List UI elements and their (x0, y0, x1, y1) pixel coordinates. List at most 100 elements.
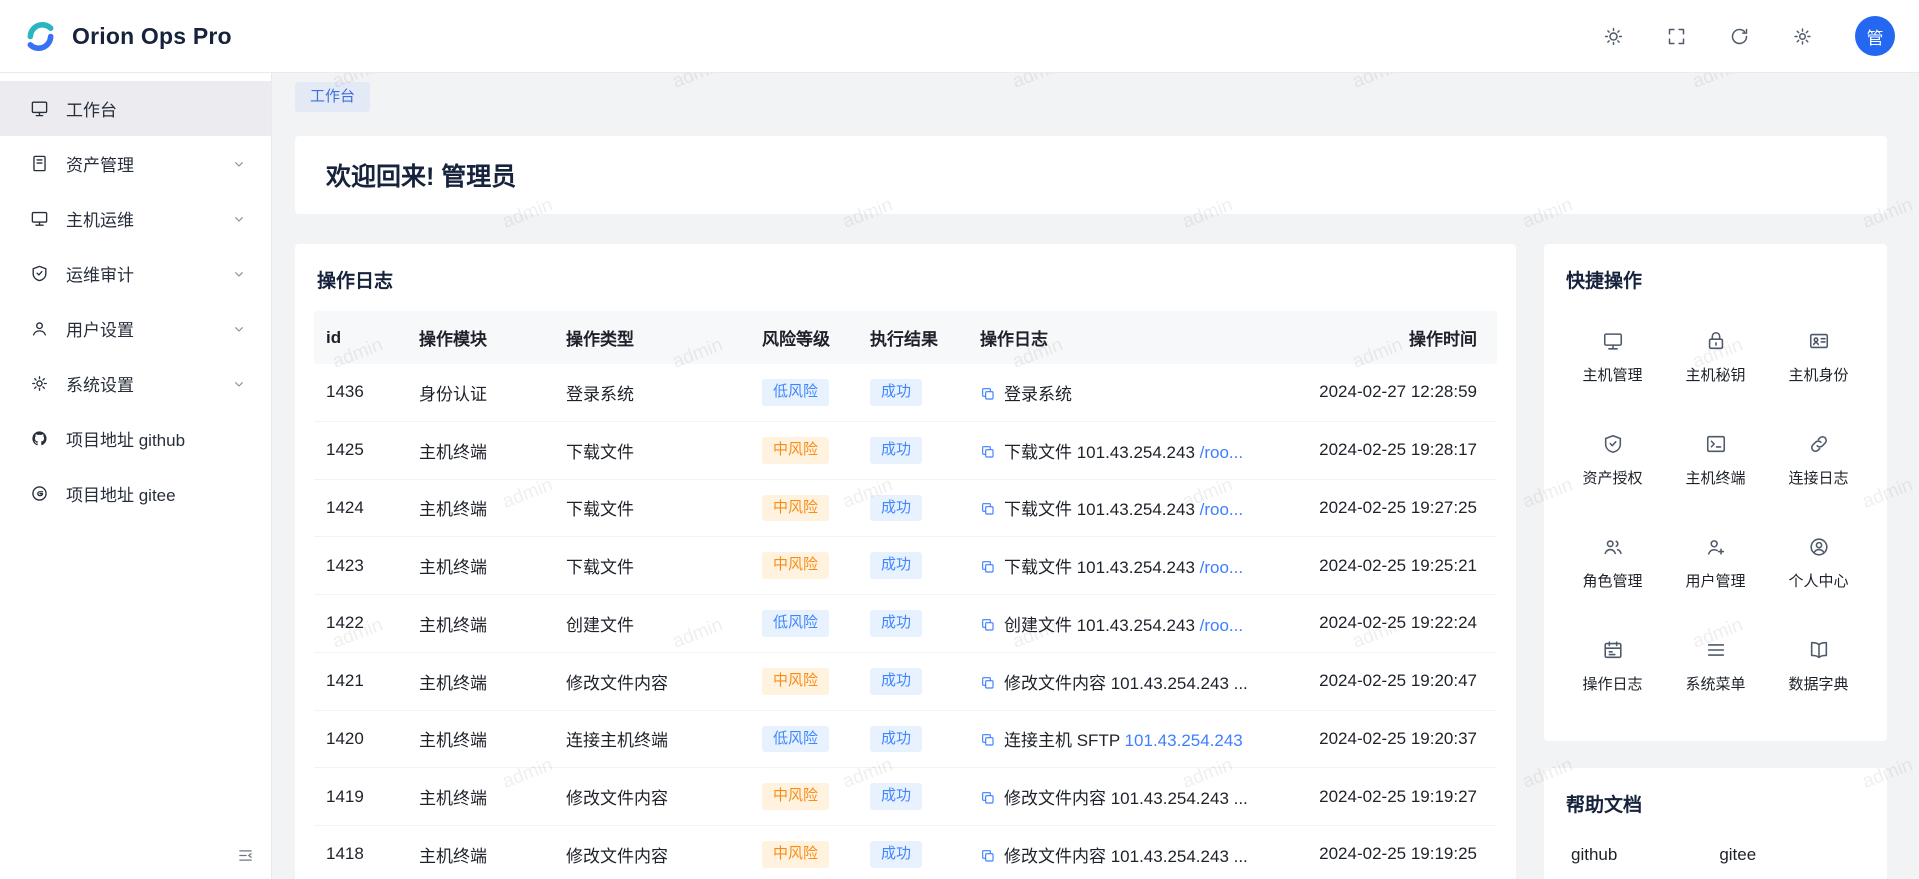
copy-icon[interactable] (980, 617, 996, 633)
help-docs-title: 帮助文档 (1563, 790, 1868, 817)
quick-action-host-keys[interactable]: 主机秘钥 (1666, 311, 1765, 402)
quick-action-system-menu[interactable]: 系统菜单 (1666, 620, 1765, 711)
cell-type: 修改文件内容 (554, 652, 750, 710)
quick-action-asset-authorization[interactable]: 资产授权 (1563, 414, 1662, 505)
avatar[interactable]: 管 (1855, 16, 1895, 56)
cell-id: 1419 (314, 768, 407, 826)
help-link-gitee[interactable]: gitee (1719, 845, 1756, 865)
cell-result: 成功 (858, 479, 968, 537)
quick-action-operation-logs[interactable]: 操作日志 (1563, 620, 1662, 711)
calendar-icon (1602, 639, 1624, 661)
sidebar-item-user-settings[interactable]: 用户设置 (0, 301, 271, 356)
cell-time: 2024-02-25 19:19:27 (1302, 768, 1497, 826)
cell-risk: 中风险 (750, 826, 858, 879)
cell-result: 成功 (858, 652, 968, 710)
gear-icon[interactable] (1792, 26, 1813, 47)
breadcrumb-tab-workbench[interactable]: 工作台 (295, 82, 370, 112)
cell-result: 成功 (858, 768, 968, 826)
sidebar-item-ops-audit[interactable]: 运维审计 (0, 246, 271, 301)
help-link-github[interactable]: github (1571, 845, 1617, 865)
cell-result: 成功 (858, 710, 968, 768)
app-title: Orion Ops Pro (72, 23, 232, 50)
dashboard-icon (30, 99, 49, 118)
sidebar-item-gitee-link[interactable]: 项目地址 gitee (0, 466, 271, 521)
refresh-icon[interactable] (1729, 26, 1750, 47)
sidebar-item-system-settings[interactable]: 系统设置 (0, 356, 271, 411)
log-table-row: 1420主机终端连接主机终端低风险成功连接主机 SFTP 101.43.254.… (314, 710, 1497, 768)
log-link[interactable]: /roo... (1200, 443, 1243, 462)
risk-badge: 中风险 (762, 437, 829, 464)
cell-type: 修改文件内容 (554, 826, 750, 879)
chevron-down-icon (231, 211, 247, 227)
cell-log: 登录系统 (968, 364, 1302, 421)
copy-icon[interactable] (980, 790, 996, 806)
operation-log-panel: 操作日志 id操作模块操作类型风险等级执行结果操作日志操作时间 1436身份认证… (295, 244, 1516, 879)
fullscreen-icon[interactable] (1666, 26, 1687, 47)
monitor-icon (30, 209, 49, 228)
cell-id: 1424 (314, 479, 407, 537)
log-link[interactable]: 101.43.254.243 (1125, 731, 1243, 750)
result-badge: 成功 (870, 668, 922, 695)
copy-icon[interactable] (980, 386, 996, 402)
result-badge: 成功 (870, 437, 922, 464)
sidebar-item-asset-management[interactable]: 资产管理 (0, 136, 271, 191)
app-logo[interactable]: Orion Ops Pro (22, 18, 232, 55)
quick-action-user-management[interactable]: 用户管理 (1666, 517, 1765, 608)
users-icon (1602, 536, 1624, 558)
book-open-icon (1808, 639, 1830, 661)
cell-result: 成功 (858, 364, 968, 421)
book-icon (30, 154, 49, 173)
lock-icon (1705, 330, 1727, 352)
result-badge: 成功 (870, 783, 922, 810)
cell-log: 修改文件内容 101.43.254.243 ... (968, 826, 1302, 879)
sidebar-collapse-icon[interactable] (237, 847, 254, 864)
sidebar-item-dashboard[interactable]: 工作台 (0, 81, 271, 136)
copy-icon[interactable] (980, 732, 996, 748)
quick-action-role-management[interactable]: 角色管理 (1563, 517, 1662, 608)
sidebar-item-label: 运维审计 (66, 261, 214, 286)
cell-module: 主机终端 (407, 537, 554, 595)
log-text: 创建文件 101.43.254.243 (1004, 616, 1200, 635)
quick-action-personal-center[interactable]: 个人中心 (1769, 517, 1868, 608)
result-badge: 成功 (870, 726, 922, 753)
cell-type: 下载文件 (554, 537, 750, 595)
cell-time: 2024-02-25 19:25:21 (1302, 537, 1497, 595)
log-link[interactable]: /roo... (1200, 500, 1243, 519)
cell-module: 主机终端 (407, 652, 554, 710)
cell-risk: 中风险 (750, 768, 858, 826)
log-link[interactable]: /roo... (1200, 558, 1243, 577)
quick-actions-grid: 主机管理主机秘钥主机身份资产授权主机终端连接日志角色管理用户管理个人中心操作日志… (1563, 311, 1868, 719)
quick-action-data-dictionary[interactable]: 数据字典 (1769, 620, 1868, 711)
quick-action-host-identity[interactable]: 主机身份 (1769, 311, 1868, 402)
copy-icon[interactable] (980, 501, 996, 517)
log-table-row: 1424主机终端下载文件中风险成功下载文件 101.43.254.243 /ro… (314, 479, 1497, 537)
cell-result: 成功 (858, 595, 968, 653)
quick-action-host-management[interactable]: 主机管理 (1563, 311, 1662, 402)
copy-icon[interactable] (980, 848, 996, 864)
id-card-icon (1808, 330, 1830, 352)
copy-icon[interactable] (980, 559, 996, 575)
sidebar-item-label: 主机运维 (66, 206, 214, 231)
copy-icon[interactable] (980, 444, 996, 460)
sun-icon[interactable] (1603, 26, 1624, 47)
cell-log: 修改文件内容 101.43.254.243 ... (968, 652, 1302, 710)
quick-action-connection-logs[interactable]: 连接日志 (1769, 414, 1868, 505)
cell-time: 2024-02-25 19:22:24 (1302, 595, 1497, 653)
result-badge: 成功 (870, 552, 922, 579)
help-docs-links: github gitee (1563, 835, 1868, 879)
log-text: 下载文件 101.43.254.243 (1004, 500, 1200, 519)
quick-action-host-terminal[interactable]: 主机终端 (1666, 414, 1765, 505)
gear-icon (30, 374, 49, 393)
right-column: 快捷操作 主机管理主机秘钥主机身份资产授权主机终端连接日志角色管理用户管理个人中… (1544, 244, 1887, 879)
log-column-header: 操作时间 (1302, 311, 1497, 364)
log-text: 修改文件内容 101.43.254.243 ... (1004, 847, 1248, 866)
log-link[interactable]: /roo... (1200, 616, 1243, 635)
main-content: 工作台 欢迎回来! 管理员 操作日志 id操作模块操作类型风险等级执行结果操作日… (272, 73, 1919, 879)
welcome-title: 欢迎回来! 管理员 (326, 157, 1856, 193)
copy-icon[interactable] (980, 675, 996, 691)
sidebar-item-github-link[interactable]: 项目地址 github (0, 411, 271, 466)
sidebar-item-host-ops[interactable]: 主机运维 (0, 191, 271, 246)
log-table-row: 1418主机终端修改文件内容中风险成功修改文件内容 101.43.254.243… (314, 826, 1497, 879)
header-actions: 管 (1603, 16, 1895, 56)
log-table-row: 1425主机终端下载文件中风险成功下载文件 101.43.254.243 /ro… (314, 421, 1497, 479)
